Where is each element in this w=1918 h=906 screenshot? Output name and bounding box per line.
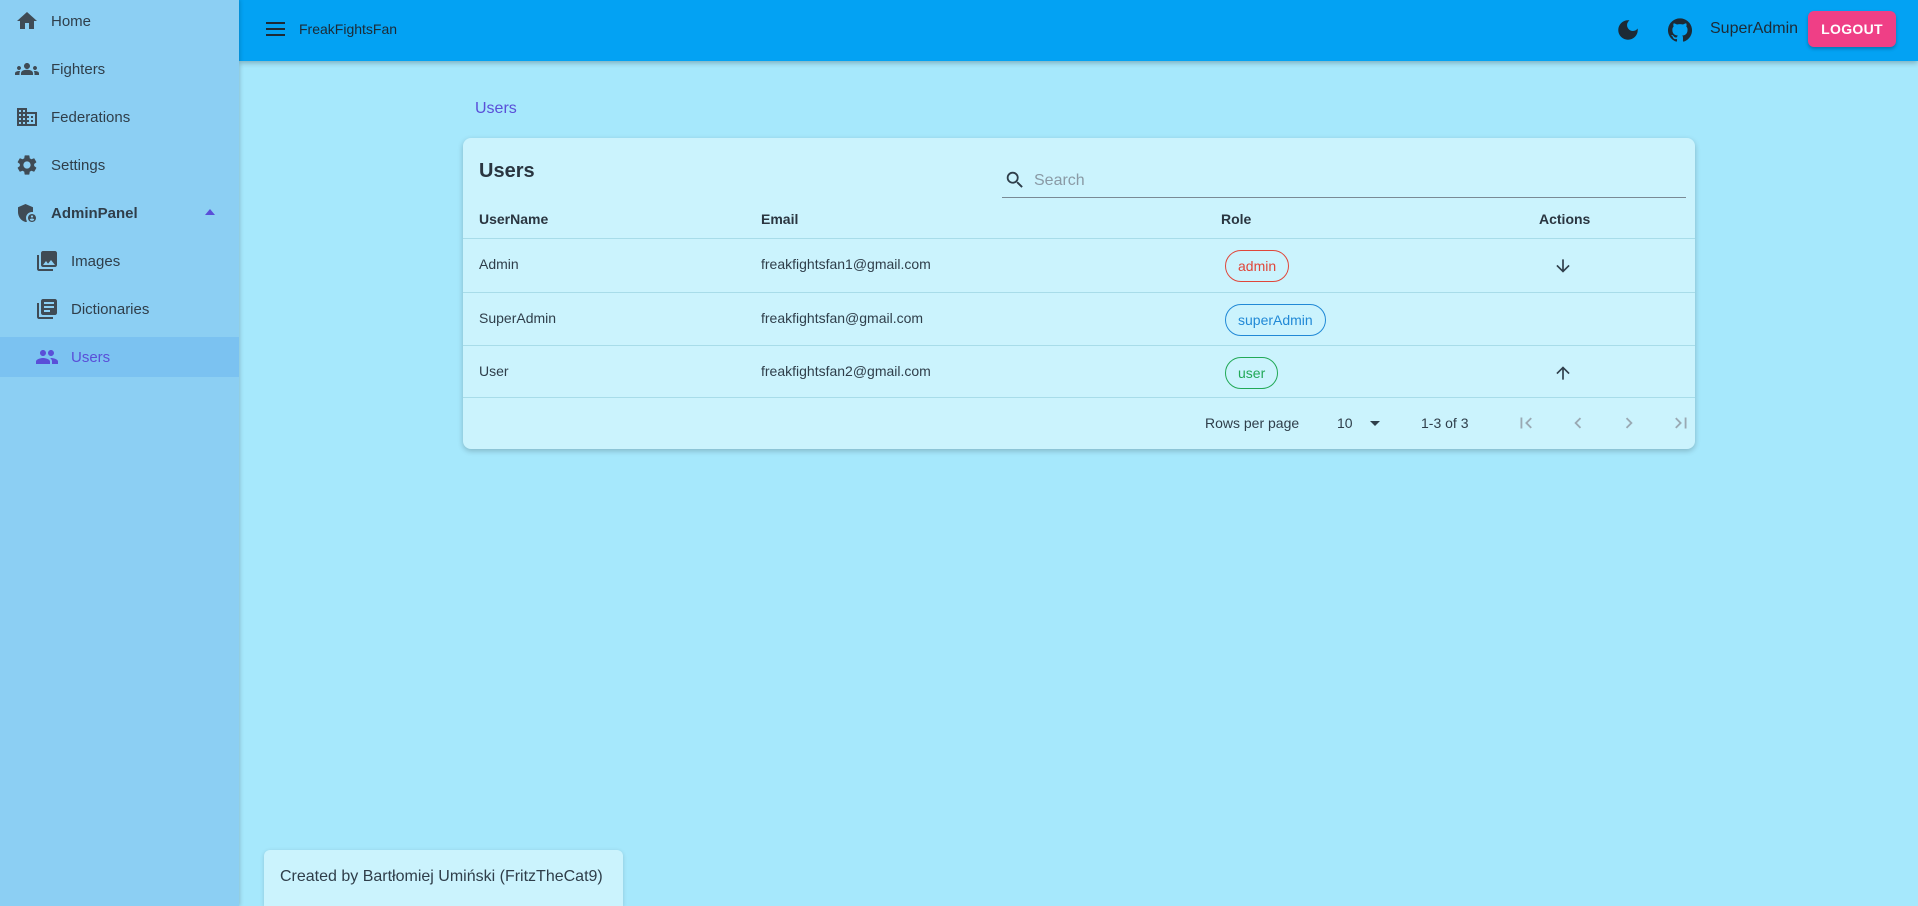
chevron-up-icon bbox=[205, 209, 215, 215]
last-page-icon[interactable] bbox=[1668, 410, 1694, 436]
cell-username: User bbox=[479, 363, 509, 379]
sidebar-item-images[interactable]: Images bbox=[0, 241, 239, 281]
sidebar-item-label: Users bbox=[71, 348, 111, 366]
rows-per-page-select[interactable]: 10 bbox=[1333, 409, 1393, 437]
column-header-username[interactable]: UserName bbox=[479, 211, 548, 227]
sidebar-item-dictionaries[interactable]: Dictionaries bbox=[0, 289, 239, 329]
gear-icon bbox=[14, 152, 40, 178]
chevron-down-icon bbox=[1370, 421, 1380, 426]
sidebar-item-label: Settings bbox=[51, 156, 106, 174]
logout-button[interactable]: LOGOUT bbox=[1808, 11, 1896, 47]
sidebar-item-home[interactable]: Home bbox=[0, 1, 239, 41]
library-books-icon bbox=[34, 296, 60, 322]
footer-credit: Created by Bartłomiej Umiński (FritzTheC… bbox=[264, 850, 623, 906]
sidebar: Home Fighters Federations Settings Admin… bbox=[0, 0, 239, 906]
sidebar-item-label: Images bbox=[71, 252, 121, 270]
sidebar-item-label: Fighters bbox=[51, 60, 106, 78]
menu-icon[interactable] bbox=[264, 18, 288, 42]
groups-icon bbox=[14, 56, 40, 82]
cell-username: Admin bbox=[479, 256, 519, 272]
role-chip: admin bbox=[1225, 250, 1290, 282]
users-table-card: Users UserName Email Role Actions Admin … bbox=[463, 138, 1695, 449]
arrow-up-icon[interactable] bbox=[1550, 360, 1576, 386]
table-title: Users bbox=[479, 160, 535, 182]
cell-email: freakfightsfan1@gmail.com bbox=[761, 256, 931, 272]
role-chip: superAdmin bbox=[1225, 304, 1326, 336]
rows-per-page-label: Rows per page bbox=[1205, 415, 1300, 431]
sidebar-item-label: Federations bbox=[51, 108, 131, 126]
search-field bbox=[1002, 164, 1686, 198]
home-icon bbox=[14, 8, 40, 34]
app-title: FreakFightsFan bbox=[299, 21, 398, 37]
column-header-email[interactable]: Email bbox=[761, 211, 798, 227]
column-header-actions: Actions bbox=[1539, 211, 1591, 227]
next-page-icon[interactable] bbox=[1616, 410, 1642, 436]
table-row: User freakfightsfan2@gmail.com user bbox=[463, 346, 1695, 399]
admin-shield-icon bbox=[14, 200, 40, 226]
page-range: 1-3 of 3 bbox=[1421, 415, 1469, 431]
table-pagination: Rows per page 10 1-3 of 3 bbox=[463, 397, 1695, 449]
building-icon bbox=[14, 104, 40, 130]
table-row: SuperAdmin freakfightsfan@gmail.com supe… bbox=[463, 293, 1695, 346]
people-icon bbox=[34, 344, 60, 370]
moon-icon[interactable] bbox=[1615, 17, 1641, 43]
app-bar: FreakFightsFan SuperAdmin LOGOUT bbox=[239, 0, 1918, 61]
role-chip: user bbox=[1225, 357, 1279, 389]
sidebar-item-label: Home bbox=[51, 12, 92, 30]
rows-per-page-value: 10 bbox=[1337, 415, 1353, 431]
search-input[interactable] bbox=[1034, 168, 1674, 194]
first-page-icon[interactable] bbox=[1513, 410, 1539, 436]
github-icon[interactable] bbox=[1667, 17, 1693, 43]
sidebar-item-label: AdminPanel bbox=[51, 204, 138, 222]
arrow-down-icon[interactable] bbox=[1550, 253, 1576, 279]
cell-email: freakfightsfan2@gmail.com bbox=[761, 363, 931, 379]
images-icon bbox=[34, 248, 60, 274]
sidebar-item-federations[interactable]: Federations bbox=[0, 97, 239, 137]
prev-page-icon[interactable] bbox=[1565, 410, 1591, 436]
sidebar-item-users[interactable]: Users bbox=[0, 337, 239, 377]
current-user-name: SuperAdmin bbox=[1710, 20, 1799, 37]
search-icon bbox=[1004, 169, 1026, 191]
cell-username: SuperAdmin bbox=[479, 310, 557, 326]
cell-email: freakfightsfan@gmail.com bbox=[761, 310, 924, 326]
breadcrumb[interactable]: Users bbox=[475, 100, 517, 118]
credit-text: Created by Bartłomiej Umiński (FritzTheC… bbox=[280, 868, 603, 885]
sidebar-item-label: Dictionaries bbox=[71, 300, 150, 318]
table-row: Admin freakfightsfan1@gmail.com admin bbox=[463, 239, 1695, 292]
column-header-role[interactable]: Role bbox=[1221, 211, 1251, 227]
sidebar-item-settings[interactable]: Settings bbox=[0, 145, 239, 185]
sidebar-item-adminpanel[interactable]: AdminPanel bbox=[0, 193, 239, 233]
sidebar-item-fighters[interactable]: Fighters bbox=[0, 49, 239, 89]
